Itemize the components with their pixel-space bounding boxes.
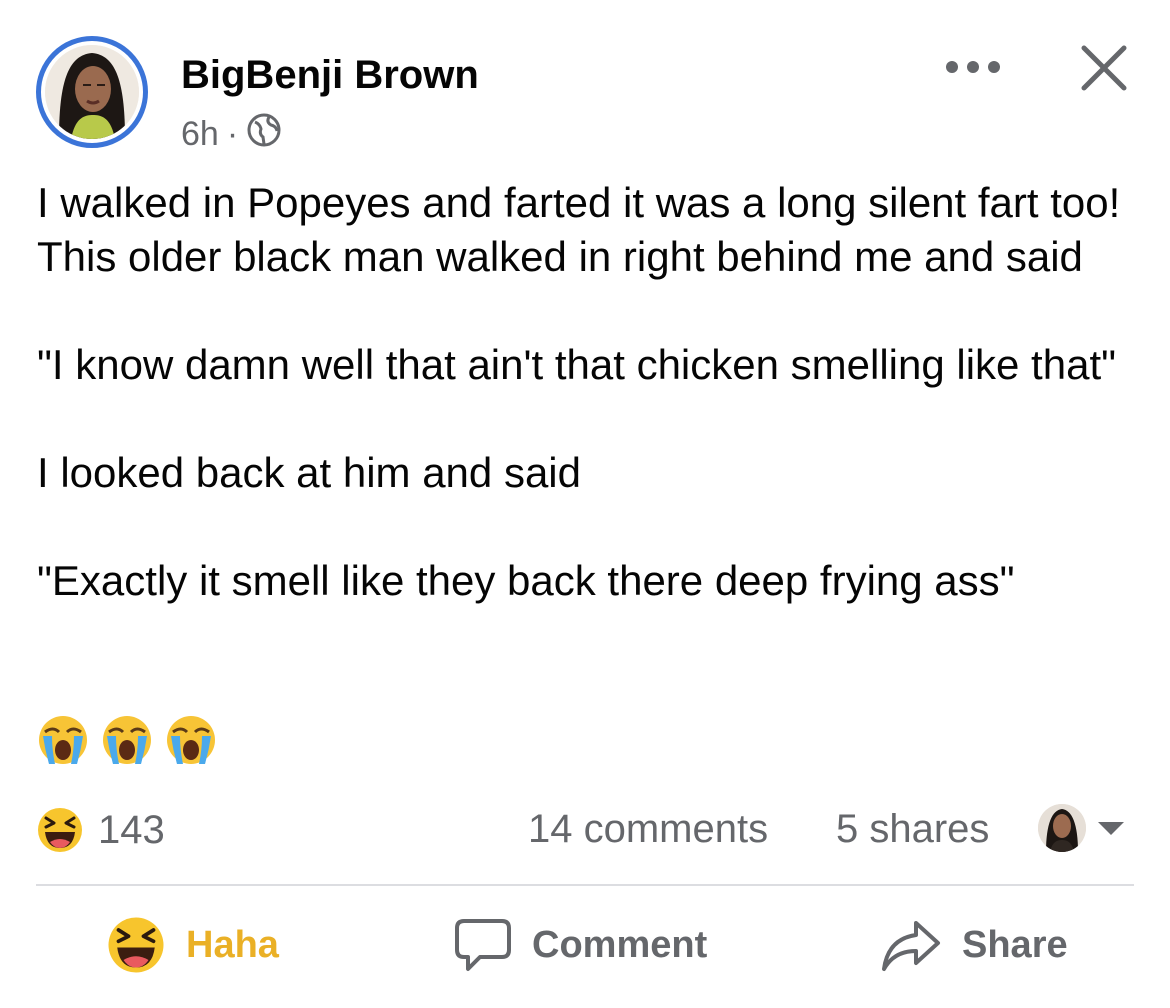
post-time[interactable]: 6h [181, 115, 219, 154]
reaction-summary[interactable]: 143 [36, 806, 165, 854]
reaction-count: 143 [98, 807, 165, 852]
share-label: Share [962, 923, 1068, 966]
close-icon[interactable] [1078, 42, 1130, 94]
divider [36, 884, 1134, 886]
haha-label: Haha [186, 923, 279, 966]
post-paragraph-2: "I know damn well that ain't that chicke… [37, 341, 1117, 388]
post-meta: 6h · [181, 112, 282, 157]
author-avatar-photo [45, 45, 139, 139]
share-button[interactable]: Share [880, 912, 1068, 978]
author-name[interactable]: BigBenji Brown [181, 52, 479, 98]
shares-count[interactable]: 5 shares [836, 806, 989, 852]
haha-button[interactable]: Haha [106, 912, 279, 978]
haha-reaction-icon [38, 808, 82, 852]
comments-count[interactable]: 14 comments [528, 806, 768, 852]
post-paragraph-3: I looked back at him and said [37, 449, 581, 496]
more-options-icon[interactable] [946, 58, 1000, 76]
comment-button[interactable]: Comment [454, 912, 707, 978]
post-paragraph-1: I walked in Popeyes and farted it was a … [37, 179, 1121, 280]
loudly-crying-face-icon [39, 716, 87, 764]
comment-icon [455, 919, 511, 971]
crying-emojis [37, 714, 217, 766]
comment-label: Comment [532, 923, 708, 966]
loudly-crying-face-icon [167, 716, 215, 764]
haha-reaction-icon [108, 917, 164, 973]
share-icon [882, 921, 940, 971]
post-paragraph-4: "Exactly it smell like they back there d… [37, 557, 1015, 604]
viewer-avatar[interactable] [1038, 804, 1086, 852]
chevron-down-icon[interactable] [1098, 822, 1124, 835]
author-avatar[interactable] [36, 36, 148, 148]
meta-separator: · [226, 114, 239, 153]
post-text: I walked in Popeyes and farted it was a … [37, 176, 1147, 608]
globe-icon[interactable] [246, 112, 282, 157]
loudly-crying-face-icon [103, 716, 151, 764]
